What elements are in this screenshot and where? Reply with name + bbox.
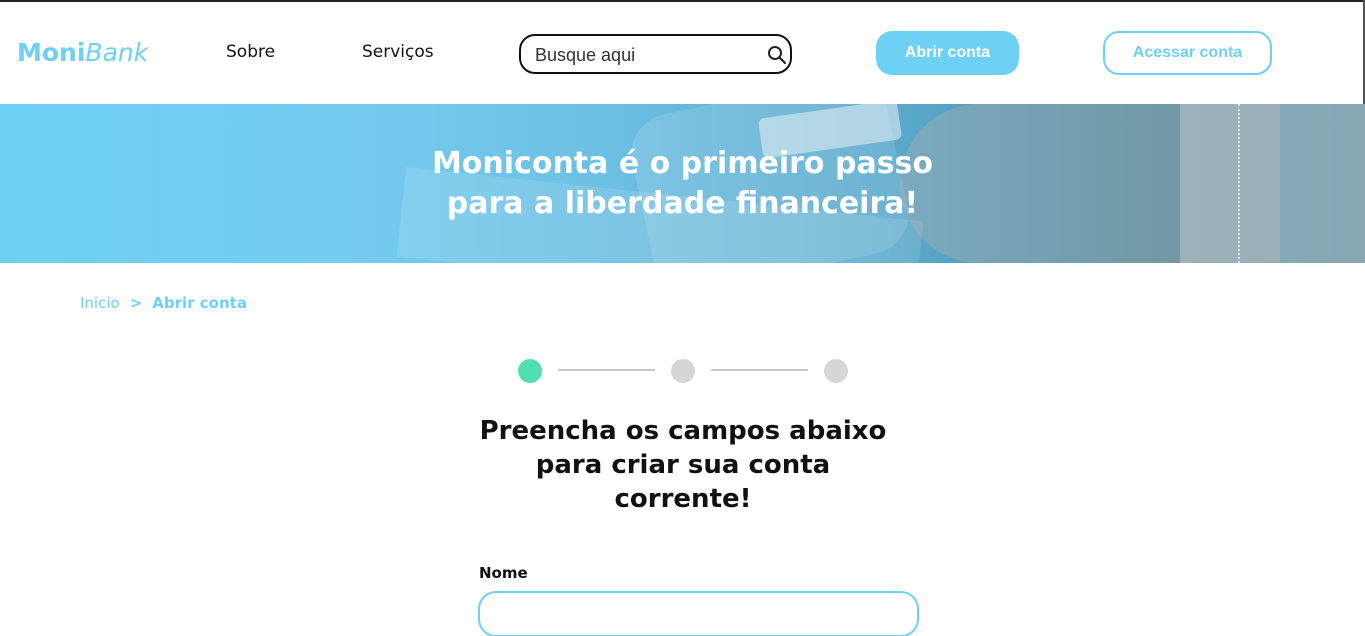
open-account-button[interactable]: Abrir conta: [876, 31, 1019, 75]
step-dot-2: [671, 359, 695, 383]
breadcrumb-current: Abrir conta: [152, 294, 247, 312]
breadcrumb-home-link[interactable]: Inicio: [80, 294, 120, 312]
hero-title-line2: para a liberdade financeira!: [446, 186, 919, 221]
form-title: Preencha os campos abaixo para criar sua…: [432, 414, 934, 516]
access-account-button[interactable]: Acessar conta: [1103, 31, 1272, 75]
search-box[interactable]: [519, 34, 792, 74]
hero-banner: Moniconta é o primeiro passo para a libe…: [0, 104, 1365, 263]
monibank-logo[interactable]: MoniBank: [17, 38, 148, 67]
search-icon[interactable]: [766, 44, 788, 66]
breadcrumb: Inicio > Abrir conta: [80, 294, 247, 312]
logo-text-moni: Moni: [17, 38, 86, 67]
step-dot-1: [518, 359, 542, 383]
step-connector-2: [711, 369, 808, 371]
form-title-line1: Preencha os campos abaixo: [479, 416, 887, 446]
name-input[interactable]: [478, 591, 919, 636]
breadcrumb-separator: >: [129, 294, 143, 312]
hero-title-line1: Moniconta é o primeiro passo: [431, 146, 934, 181]
step-connector-1: [558, 369, 655, 371]
nav-link-sobre[interactable]: Sobre: [226, 42, 275, 62]
name-field-label: Nome: [479, 564, 528, 582]
logo-text-bank: Bank: [85, 38, 149, 67]
search-input[interactable]: [535, 44, 755, 66]
form-title-line2: para criar sua conta: [535, 450, 831, 480]
hero-title: Moniconta é o primeiro passo para a libe…: [0, 144, 1365, 224]
site-header: MoniBank Sobre Serviços Abrir conta Aces…: [0, 2, 1365, 104]
form-title-line3: corrente!: [614, 484, 752, 514]
step-dot-3: [824, 359, 848, 383]
nav-link-servicos[interactable]: Serviços: [362, 42, 434, 62]
